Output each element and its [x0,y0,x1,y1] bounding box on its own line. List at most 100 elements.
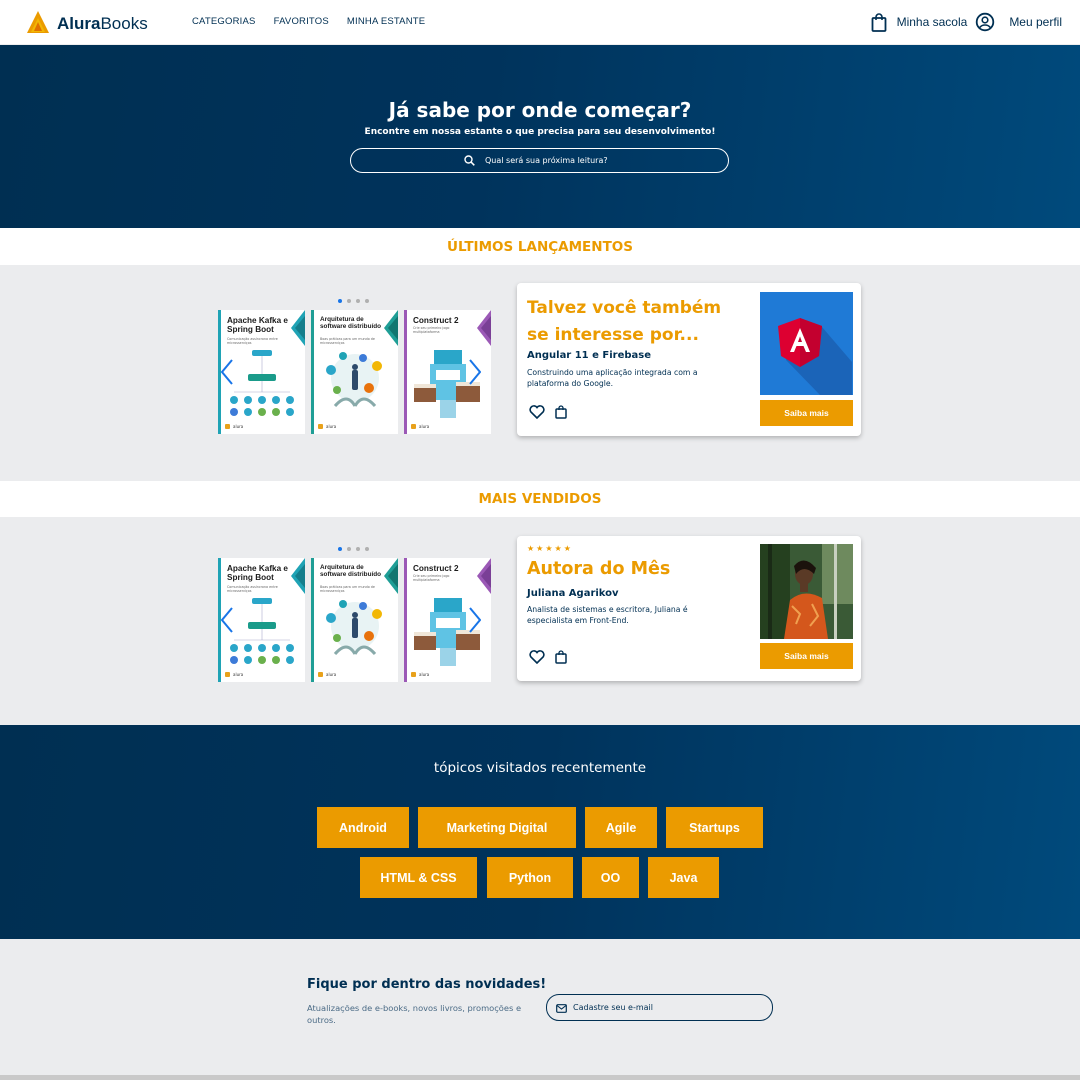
book-subtitle: Comunicação assíncrona entre microsservi… [227,585,278,593]
shopping-bag-icon[interactable] [555,404,567,423]
envelope-icon [556,998,567,1017]
topic-tag[interactable]: Startups [666,807,763,848]
carousel-prev-button[interactable] [220,606,234,634]
book-title: Construct 2 [413,564,459,573]
angular-logo-icon [778,318,852,395]
hero-banner: Já sabe por onde começar? Encontre em no… [0,45,1080,228]
book-title: Apache Kafka e Spring Boot [227,316,288,334]
carousel-dot[interactable] [356,547,360,551]
book-publisher: alura [318,672,336,677]
book-publisher: alura [411,672,429,677]
book-publisher: alura [225,424,243,429]
carousel-dot[interactable] [347,299,351,303]
carousel-dot[interactable] [338,547,342,551]
carousel-dot[interactable] [365,299,369,303]
author-of-month-card: ★★★★★ Autora do Mês Juliana Agarikov Ana… [517,536,861,681]
newsletter-text: Atualizações de e-books, novos livros, p… [307,1003,522,1026]
carousel-dots [338,547,369,551]
heart-icon[interactable] [529,649,545,668]
card-description: Construindo uma aplicação integrada com … [527,368,698,389]
footer-divider [0,1075,1080,1080]
hero-title: Já sabe por onde começar? [388,98,692,122]
book-subtitle: Comunicação assíncrona entre microsservi… [227,337,278,345]
book-title: Arquitetura de software distribuído [320,564,382,578]
topic-tag[interactable]: Marketing Digital [418,807,576,848]
angular-book-cover[interactable] [760,292,853,395]
chevron-left-icon [221,607,233,633]
newsletter-section: Fique por dentro das novidades! Atualiza… [0,939,1080,1080]
top-header: AluraBooks CATEGORIAS FAVORITOS MINHA ES… [0,0,1080,45]
book-subtitle: Crie seu primeiro jogo multiplataforma [413,326,450,334]
topic-tag[interactable]: HTML & CSS [360,857,477,898]
shopping-bag-icon[interactable] [869,11,889,33]
search-icon [464,155,475,166]
book-publisher: alura [411,424,429,429]
carousel-dots [338,299,369,303]
section-title-launches: ÚLTIMOS LANÇAMENTOS [0,228,1080,265]
nav-categorias[interactable]: CATEGORIAS [192,16,256,27]
book-subtitle: Crie seu primeiro jogo multiplataforma [413,574,450,582]
carousel-next-button[interactable] [468,606,482,634]
chevron-left-icon [221,359,233,385]
recommendation-card: Talvez você também se interesse por... An… [517,283,861,436]
learn-more-button[interactable]: Saiba mais [760,643,853,669]
book-cover[interactable]: Arquitetura de software distribuído Boas… [311,310,398,434]
hero-subtitle: Encontre em nossa estante o que precisa … [364,127,716,137]
topic-tag[interactable]: Agile [585,807,657,848]
card-actions [529,404,567,423]
section-title-bestsellers: MAIS VENDIDOS [0,481,1080,517]
book-publisher: alura [318,424,336,429]
rating-stars: ★★★★★ [527,544,573,553]
book-subtitle: Boas práticas para um mundo de microsser… [320,337,375,345]
carousel-dot[interactable] [347,547,351,551]
chevron-right-icon [469,359,481,385]
logo-icon [26,10,50,38]
newsletter-title: Fique por dentro das novidades! [307,977,547,992]
nav-favoritos[interactable]: FAVORITOS [274,16,329,27]
book-title: Arquitetura de software distribuído [320,316,382,330]
bestsellers-band: Apache Kafka e Spring Boot Comunicação a… [0,517,1080,725]
topic-tag[interactable]: Android [317,807,409,848]
nav-minha-estante[interactable]: MINHA ESTANTE [347,16,425,27]
launches-band: Apache Kafka e Spring Boot Comunicação a… [0,265,1080,481]
book-title: Construct 2 [413,316,459,325]
shopping-bag-icon[interactable] [555,649,567,668]
profile-link[interactable]: Meu perfil [1009,15,1062,29]
carousel-dot[interactable] [338,299,342,303]
book-subtitle: Boas práticas para um mundo de microsser… [320,585,375,593]
card-heading: Talvez você também se interesse por... [527,298,722,346]
topic-tag[interactable]: Python [487,857,573,898]
author-photo[interactable] [760,544,853,639]
topics-title: tópicos visitados recentemente [433,760,647,776]
search-bar[interactable] [350,148,729,173]
learn-more-button[interactable]: Saiba mais [760,400,853,426]
carousel-next-button[interactable] [468,358,482,386]
carousel-dot[interactable] [356,299,360,303]
email-input[interactable] [573,1003,753,1012]
email-field-container[interactable] [546,994,773,1021]
logo-text: AluraBooks [57,14,148,33]
card-book-title: Angular 11 e Firebase [527,350,651,361]
header-actions: Minha sacola Meu perfil [869,11,1062,33]
heart-icon[interactable] [529,404,545,423]
topic-tag[interactable]: Java [648,857,719,898]
search-input[interactable] [485,156,615,165]
main-nav: CATEGORIAS FAVORITOS MINHA ESTANTE [192,16,425,27]
author-description: Analista de sistemas e escritora, Julian… [527,605,688,626]
book-cover[interactable]: Arquitetura de software distribuído Boas… [311,558,398,682]
chevron-right-icon [469,607,481,633]
carousel-dot[interactable] [365,547,369,551]
card-actions [529,649,567,668]
author-name: Juliana Agarikov [527,588,619,599]
user-profile-icon[interactable] [975,11,995,33]
card-heading: Autora do Mês [527,559,671,579]
recent-topics-section: tópicos visitados recentemente Android M… [0,725,1080,939]
book-publisher: alura [225,672,243,677]
bag-link[interactable]: Minha sacola [897,15,968,29]
book-title: Apache Kafka e Spring Boot [227,564,288,582]
topic-tag[interactable]: OO [582,857,639,898]
launches-carousel: Apache Kafka e Spring Boot Comunicação a… [218,299,491,460]
bestsellers-carousel: Apache Kafka e Spring Boot Comunicação a… [218,547,491,708]
logo[interactable]: AluraBooks [26,10,148,38]
carousel-prev-button[interactable] [220,358,234,386]
